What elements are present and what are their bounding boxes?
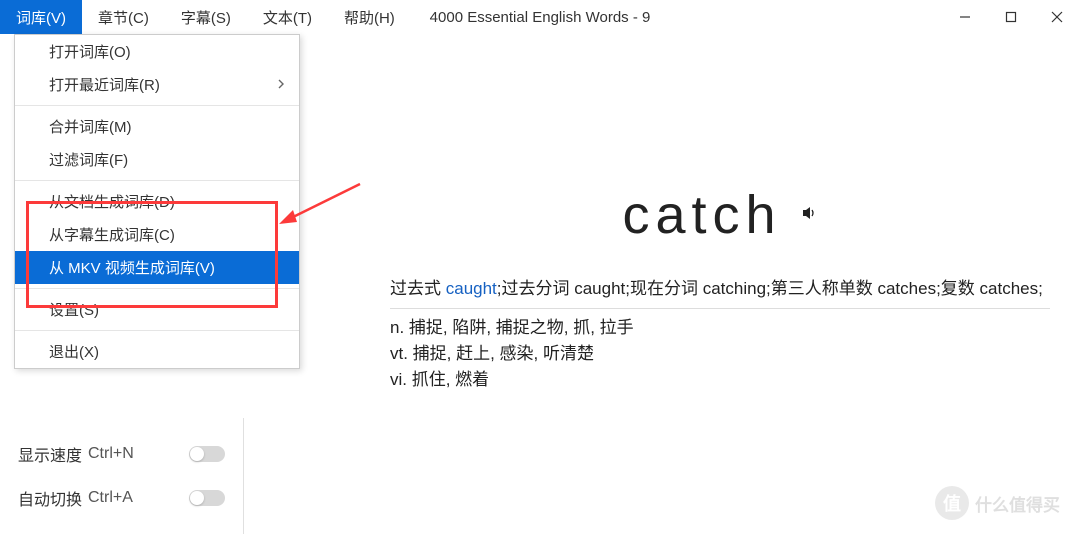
dropdown-open-vocab[interactable]: 打开词库(O) [15, 35, 299, 68]
titlebar: 词库(V) 章节(C) 字幕(S) 文本(T) 帮助(H) 4000 Essen… [0, 0, 1080, 34]
dropdown-exit[interactable]: 退出(X) [15, 335, 299, 368]
word-forms: 过去式 caught;过去分词 caught;现在分词 catching;第三人… [390, 276, 1050, 302]
dropdown-item-label: 从文档生成词库(D) [49, 191, 175, 212]
control-shortcut: Ctrl+N [88, 445, 160, 463]
dropdown-separator [15, 105, 299, 106]
maximize-icon [1005, 11, 1017, 23]
menubar: 词库(V) 章节(C) 字幕(S) 文本(T) 帮助(H) [0, 0, 411, 34]
minimize-icon [959, 11, 971, 23]
menu-subtitle[interactable]: 字幕(S) [165, 0, 247, 34]
close-icon [1051, 11, 1063, 23]
dropdown-from-subtitle[interactable]: 从字幕生成词库(C) [15, 218, 299, 251]
dropdown-item-label: 合并词库(M) [49, 116, 132, 137]
dropdown-separator [15, 288, 299, 289]
dropdown-from-mkv[interactable]: 从 MKV 视频生成词库(V) [15, 251, 299, 284]
dropdown-item-label: 从字幕生成词库(C) [49, 224, 175, 245]
menu-text[interactable]: 文本(T) [247, 0, 328, 34]
dropdown-item-label: 过滤词库(F) [49, 149, 128, 170]
word-forms-link[interactable]: caught [446, 279, 497, 298]
control-autoswitch-row: 自动切换 Ctrl+A [18, 476, 225, 520]
watermark-text: 什么值得买 [975, 491, 1060, 516]
word-main-row: catch [390, 184, 1050, 246]
window-controls [942, 0, 1080, 34]
menu-chapter[interactable]: 章节(C) [82, 0, 165, 34]
speed-toggle[interactable] [189, 446, 225, 462]
dropdown-item-label: 设置(S) [49, 299, 99, 320]
word-def-line: vi. 抓住, 燃着 [390, 367, 1050, 393]
control-shortcut: Ctrl+A [88, 489, 160, 507]
dropdown-separator [15, 330, 299, 331]
control-speed-row: 显示速度 Ctrl+N [18, 432, 225, 476]
maximize-button[interactable] [988, 0, 1034, 34]
word-display: catch 过去式 caught;过去分词 caught;现在分词 catchi… [390, 184, 1050, 393]
autoswitch-toggle[interactable] [189, 490, 225, 506]
dropdown-open-recent[interactable]: 打开最近词库(R) [15, 68, 299, 101]
word-def-line: vt. 捕捉, 赶上, 感染, 听清楚 [390, 341, 1050, 367]
word-forms-prefix: 过去式 [390, 279, 446, 298]
dropdown-item-label: 打开最近词库(R) [49, 74, 160, 95]
chevron-right-icon [277, 76, 285, 93]
sidebar-controls: 显示速度 Ctrl+N 自动切换 Ctrl+A [0, 418, 244, 534]
dropdown-from-doc[interactable]: 从文档生成词库(D) [15, 185, 299, 218]
dropdown-item-label: 打开词库(O) [49, 41, 131, 62]
menu-help[interactable]: 帮助(H) [328, 0, 411, 34]
word-forms-rest: ;过去分词 caught;现在分词 catching;第三人称单数 catche… [497, 279, 1043, 298]
dropdown-merge-vocab[interactable]: 合并词库(M) [15, 110, 299, 143]
word-def-line: n. 捕捉, 陷阱, 捕捉之物, 抓, 拉手 [390, 315, 1050, 341]
dropdown-separator [15, 180, 299, 181]
menu-vocabulary[interactable]: 词库(V) [0, 0, 82, 34]
word-divider [390, 308, 1050, 309]
control-label: 显示速度 [18, 442, 88, 466]
window-title: 4000 Essential English Words - 9 [430, 9, 651, 26]
control-label: 自动切换 [18, 486, 88, 510]
watermark: 值 什么值得买 [935, 486, 1060, 520]
minimize-button[interactable] [942, 0, 988, 34]
word-headword: catch [622, 184, 781, 246]
speaker-icon[interactable] [800, 204, 818, 227]
dropdown-item-label: 退出(X) [49, 341, 99, 362]
word-definitions: n. 捕捉, 陷阱, 捕捉之物, 抓, 拉手 vt. 捕捉, 赶上, 感染, 听… [390, 315, 1050, 393]
dropdown-filter-vocab[interactable]: 过滤词库(F) [15, 143, 299, 176]
close-button[interactable] [1034, 0, 1080, 34]
vocabulary-dropdown: 打开词库(O) 打开最近词库(R) 合并词库(M) 过滤词库(F) 从文档生成词… [14, 34, 300, 369]
dropdown-item-label: 从 MKV 视频生成词库(V) [49, 257, 215, 278]
dropdown-settings[interactable]: 设置(S) [15, 293, 299, 326]
watermark-badge: 值 [935, 486, 969, 520]
